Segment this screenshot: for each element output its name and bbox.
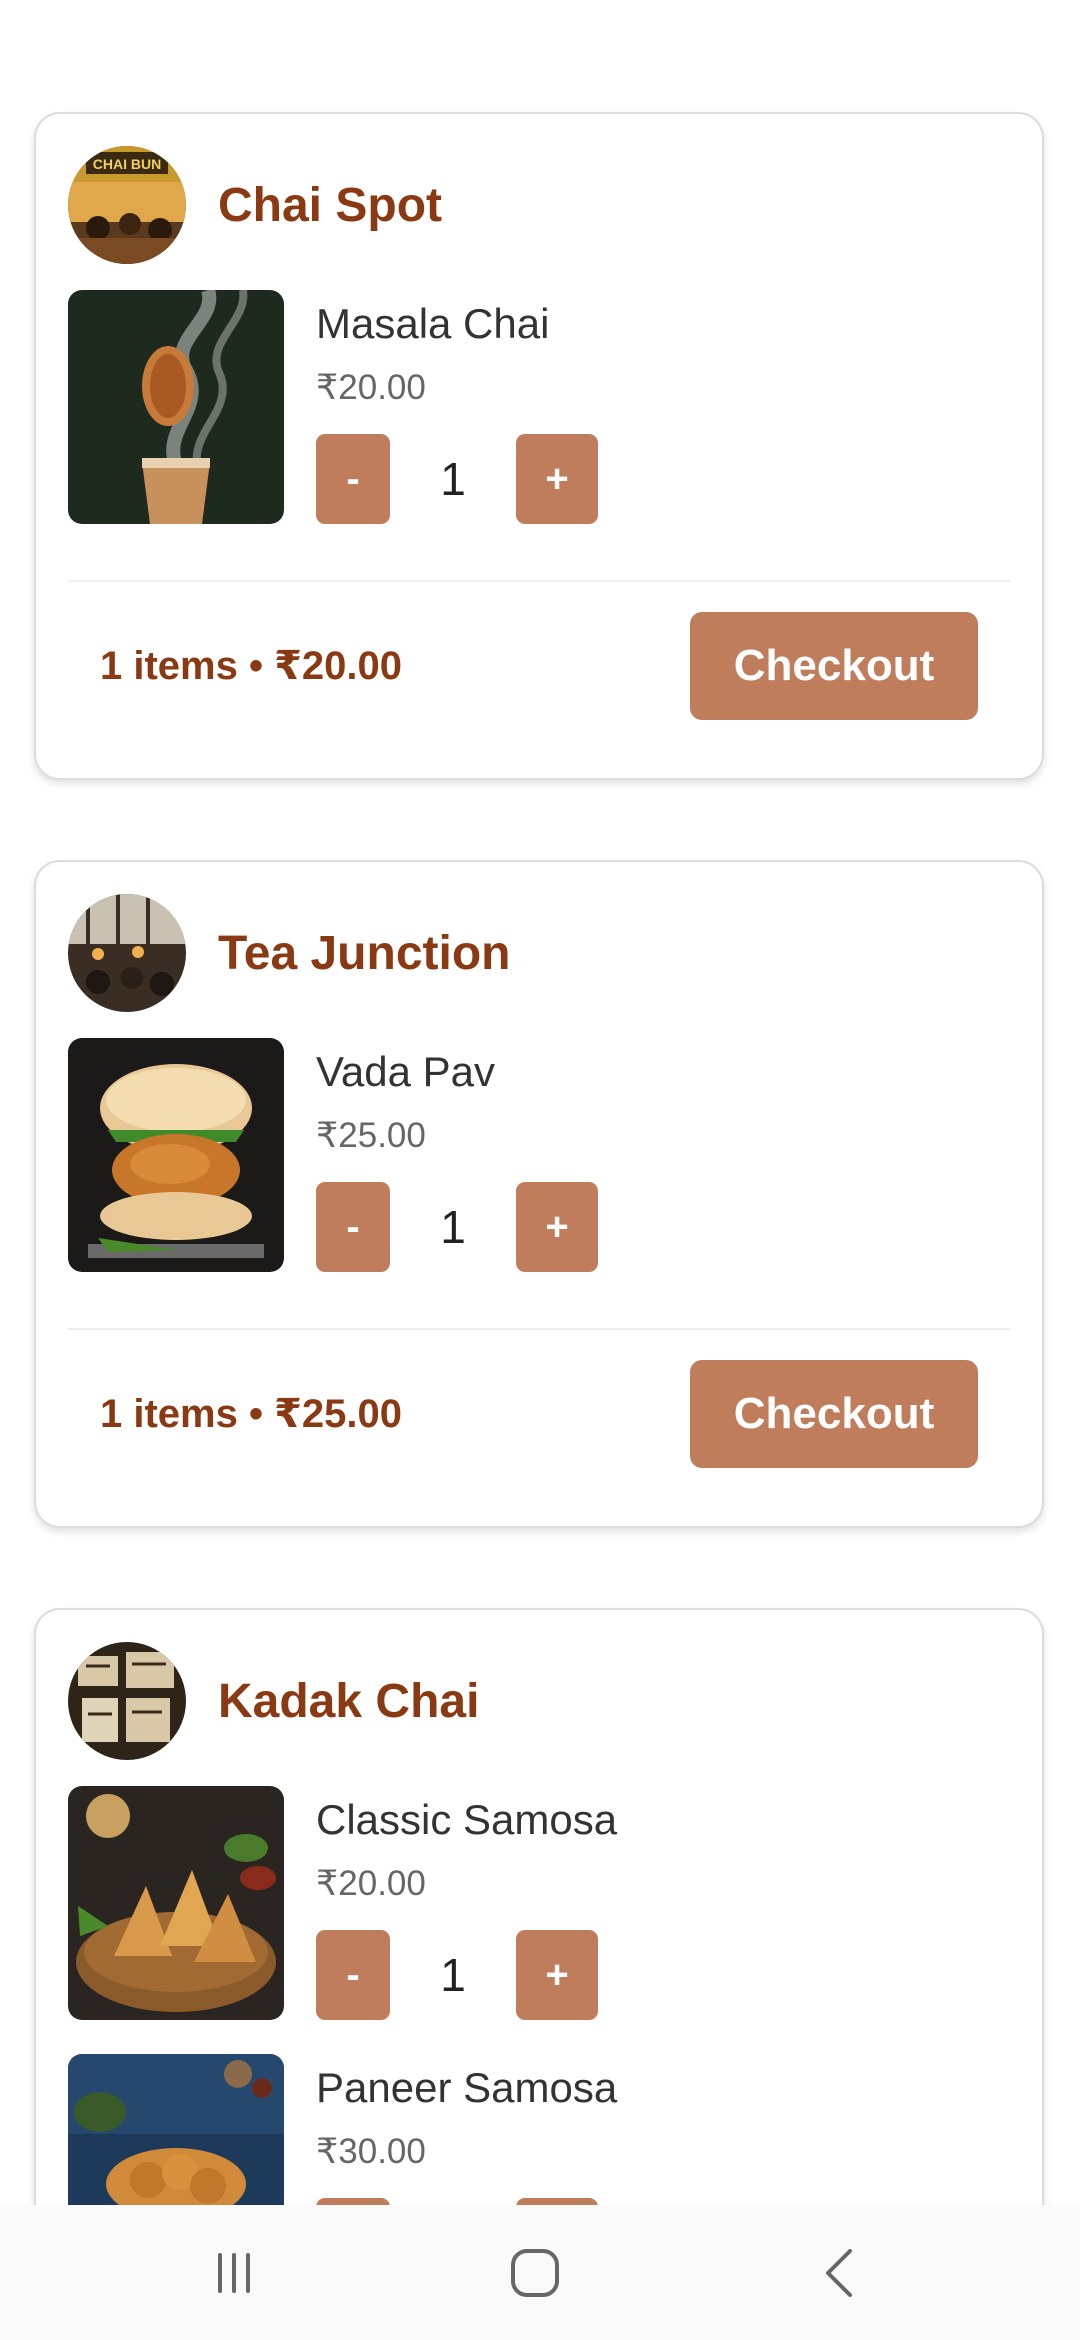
- vendor-avatar: [68, 1642, 186, 1760]
- vendor-name: Tea Junction: [218, 926, 511, 980]
- item-price: ₹30.00: [316, 2132, 426, 2171]
- item-name: Vada Pav: [316, 1048, 496, 1095]
- checkout-button[interactable]: Checkout: [690, 612, 978, 720]
- item-price: ₹25.00: [316, 1116, 426, 1155]
- item-photo: [68, 290, 284, 524]
- vendor-header: Tea Junction: [68, 894, 510, 1012]
- divider: [68, 580, 1010, 582]
- vendor-avatar: [68, 894, 186, 1012]
- vendor-header: Kadak Chai: [68, 1642, 479, 1760]
- quantity-value: 1: [440, 453, 466, 505]
- vendor-cart-card: Tea Junction Vada Pav ₹25.00 - 1 + 1 ite…: [34, 860, 1044, 1528]
- cart-summary: 1 items • ₹20.00: [100, 644, 403, 688]
- vendor-cart-card: CHAI BUN Chai Spot Masala Chai ₹20.00 - …: [34, 112, 1044, 780]
- increase-quantity-button[interactable]: +: [516, 2198, 598, 2205]
- svg-text:CHAI BUN: CHAI BUN: [93, 156, 161, 172]
- item-price: ₹20.00: [316, 1864, 426, 1903]
- item-photo: [68, 2054, 284, 2205]
- decrease-quantity-button[interactable]: -: [316, 1930, 390, 2020]
- vendor-name: Chai Spot: [218, 178, 442, 232]
- decrease-quantity-button[interactable]: -: [316, 2198, 390, 2205]
- item-name: Paneer Samosa: [316, 2064, 618, 2111]
- vendor-avatar: CHAI BUN: [68, 146, 186, 264]
- item-photo: [68, 1038, 284, 1272]
- item-name: Classic Samosa: [316, 1796, 618, 1843]
- quantity-value: 1: [440, 1949, 466, 2001]
- home-icon: [511, 2248, 559, 2297]
- recent-apps-button[interactable]: [154, 2205, 314, 2340]
- cart-summary: 1 items • ₹25.00: [100, 1392, 403, 1436]
- back-button[interactable]: [760, 2205, 920, 2340]
- system-navigation-bar: [0, 2205, 1080, 2340]
- home-button[interactable]: [455, 2205, 615, 2340]
- vendor-name: Kadak Chai: [218, 1674, 480, 1728]
- decrease-quantity-button[interactable]: -: [316, 1182, 390, 1272]
- quantity-value: 1: [440, 1201, 466, 1253]
- item-name: Masala Chai: [316, 300, 550, 347]
- increase-quantity-button[interactable]: +: [516, 434, 598, 524]
- quantity-value: [390, 2198, 516, 2205]
- decrease-quantity-button[interactable]: -: [316, 434, 390, 524]
- back-icon: [826, 2248, 852, 2297]
- checkout-button[interactable]: Checkout: [690, 1360, 978, 1468]
- increase-quantity-button[interactable]: +: [516, 1930, 598, 2020]
- vendor-cart-card: Kadak Chai Classic Samosa ₹20.00 - 1 + P…: [34, 1608, 1044, 2205]
- recent-apps-icon: [218, 2252, 250, 2293]
- increase-quantity-button[interactable]: +: [516, 1182, 598, 1272]
- cart-list[interactable]: CHAI BUN Chai Spot Masala Chai ₹20.00 - …: [0, 0, 1080, 2205]
- vendor-header: CHAI BUN Chai Spot: [68, 146, 442, 264]
- item-photo: [68, 1786, 284, 2020]
- divider: [68, 1328, 1010, 1330]
- item-price: ₹20.00: [316, 368, 426, 407]
